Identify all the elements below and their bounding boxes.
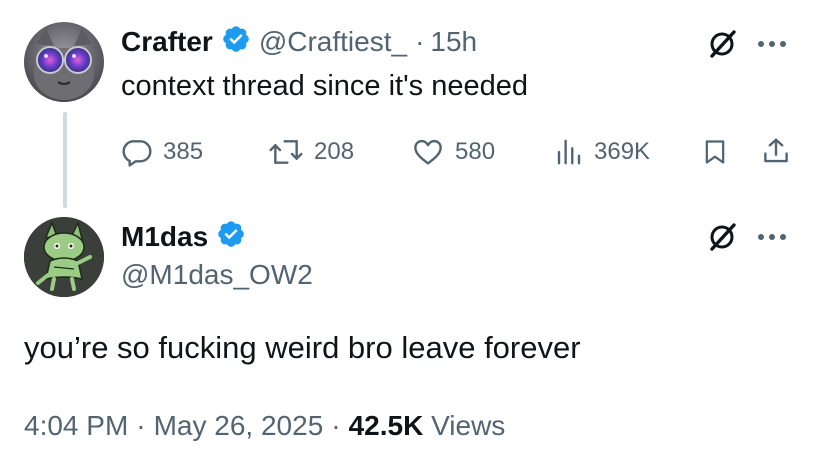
repost-button[interactable]: 208	[268, 134, 354, 170]
views-button[interactable]: 369K	[554, 134, 650, 170]
like-button[interactable]: 580	[411, 134, 495, 170]
repost-count: 208	[314, 138, 355, 165]
repost-icon	[269, 140, 303, 164]
reply-count: 385	[163, 138, 204, 165]
view-count: 369K	[594, 138, 651, 165]
views-label: Views	[431, 410, 506, 441]
green-creature-image	[24, 217, 104, 297]
views-summary[interactable]: 42.5K Views	[349, 410, 506, 442]
timestamp[interactable]: 15h	[430, 26, 477, 58]
tweet-text: you’re so fucking weird bro leave foreve…	[24, 330, 581, 365]
share-icon[interactable]	[758, 132, 794, 170]
cat-with-glasses-image	[24, 22, 104, 102]
crafter-avatar[interactable]	[24, 22, 104, 102]
display-name[interactable]: M1das	[121, 221, 208, 253]
reply-icon	[122, 140, 152, 167]
handle[interactable]: @M1das_OW2	[121, 259, 313, 291]
thread-connector-line	[63, 112, 67, 208]
separator-dot: ·	[415, 25, 425, 57]
like-icon	[414, 139, 442, 165]
views-icon	[557, 139, 581, 165]
separator-dot: ·	[331, 410, 341, 441]
post-date[interactable]: May 26, 2025	[154, 410, 324, 442]
tweet-text: context thread since it's needed	[121, 70, 528, 102]
separator-dot: ·	[136, 410, 146, 441]
bookmark-icon[interactable]	[697, 134, 733, 170]
more-icon[interactable]	[752, 223, 792, 251]
handle[interactable]: @Craftiest_	[259, 26, 407, 58]
like-count: 580	[455, 138, 496, 165]
display-name[interactable]: Crafter	[121, 26, 213, 58]
m1das-avatar[interactable]	[24, 217, 104, 297]
grok-icon[interactable]	[704, 219, 740, 255]
reply-button[interactable]: 385	[121, 134, 203, 170]
verified-badge-icon	[221, 24, 251, 59]
more-icon[interactable]	[752, 30, 792, 58]
post-time[interactable]: 4:04 PM	[24, 410, 128, 442]
grok-icon[interactable]	[704, 26, 740, 62]
verified-badge-icon	[216, 219, 246, 254]
views-count: 42.5K	[348, 410, 424, 441]
